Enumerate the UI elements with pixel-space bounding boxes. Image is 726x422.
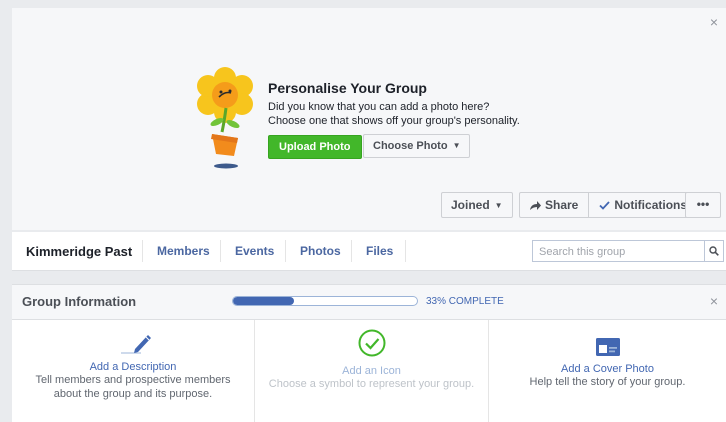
tab-members[interactable]: Members [157,244,210,258]
promo-title: Personalise Your Group [268,80,427,96]
search-button[interactable] [704,241,723,261]
group-information-panel: Group Information 33% COMPLETE × Add a D… [12,284,726,422]
progress-fill [233,297,294,305]
share-button[interactable]: Share [520,193,590,217]
group-information-header: Group Information 33% COMPLETE × [12,285,726,320]
card-description: Choose a symbol to represent your group. [268,378,475,390]
group-name[interactable]: Kimmeridge Past [26,244,132,259]
nav-divider [405,240,406,262]
upload-photo-button[interactable]: Upload Photo [268,135,362,159]
add-description-link[interactable]: Add a Description [12,361,254,373]
card-description: Tell members and prospective members [35,374,231,386]
nav-divider [351,240,352,262]
share-arrow-icon [530,201,541,210]
search-input[interactable] [537,242,711,262]
card-description: Help tell the story of your group. [529,376,686,388]
panel-title: Group Information [22,294,137,309]
close-icon[interactable]: × [710,14,718,30]
more-options-button[interactable]: ••• [685,192,721,218]
add-cover-photo-card[interactable]: Add a Cover Photo Help tell the story of… [489,320,726,422]
search-icon [709,246,719,256]
flower-pot-icon [197,67,253,169]
check-icon [599,201,611,210]
promo-description: Did you know that you can add a photo he… [268,100,520,128]
add-cover-photo-link[interactable]: Add a Cover Photo [489,363,726,375]
share-label: Share [545,198,579,212]
notifications-button[interactable]: Notifications [589,193,697,217]
check-circle-icon [358,329,385,357]
group-nav-bar: Kimmeridge Past Members Events Photos Fi… [12,232,726,271]
tab-events[interactable]: Events [235,244,274,258]
choose-photo-label: Choose Photo [373,140,448,152]
promo-line: Choose one that shows off your group's p… [268,115,520,127]
promo-line: Did you know that you can add a photo he… [268,101,490,113]
joined-label: Joined [451,198,490,212]
caret-down-icon: ▼ [494,201,503,210]
add-description-card[interactable]: Add a Description Tell members and prosp… [12,320,254,422]
pencil-icon [121,335,151,354]
share-notifications-group: Share Notifications [519,192,699,218]
tab-files[interactable]: Files [366,244,393,258]
choose-photo-button[interactable]: Choose Photo ▼ [363,134,471,158]
group-search [532,240,724,262]
card-description: about the group and its purpose. [53,388,213,400]
caret-down-icon: ▼ [452,141,461,150]
notifications-label: Notifications [614,198,688,212]
nav-divider [285,240,286,262]
left-gutter [0,0,12,421]
close-icon[interactable]: × [710,293,718,309]
tab-photos[interactable]: Photos [300,244,341,258]
cover-photo-icon [595,338,620,356]
nav-divider [220,240,221,262]
progress-bar [232,296,418,306]
add-icon-card[interactable]: Add an Icon Choose a symbol to represent… [255,320,488,422]
nav-divider [142,240,143,262]
joined-button[interactable]: Joined ▼ [441,192,513,218]
progress-label: 33% COMPLETE [426,296,504,307]
add-icon-link[interactable]: Add an Icon [255,365,488,377]
